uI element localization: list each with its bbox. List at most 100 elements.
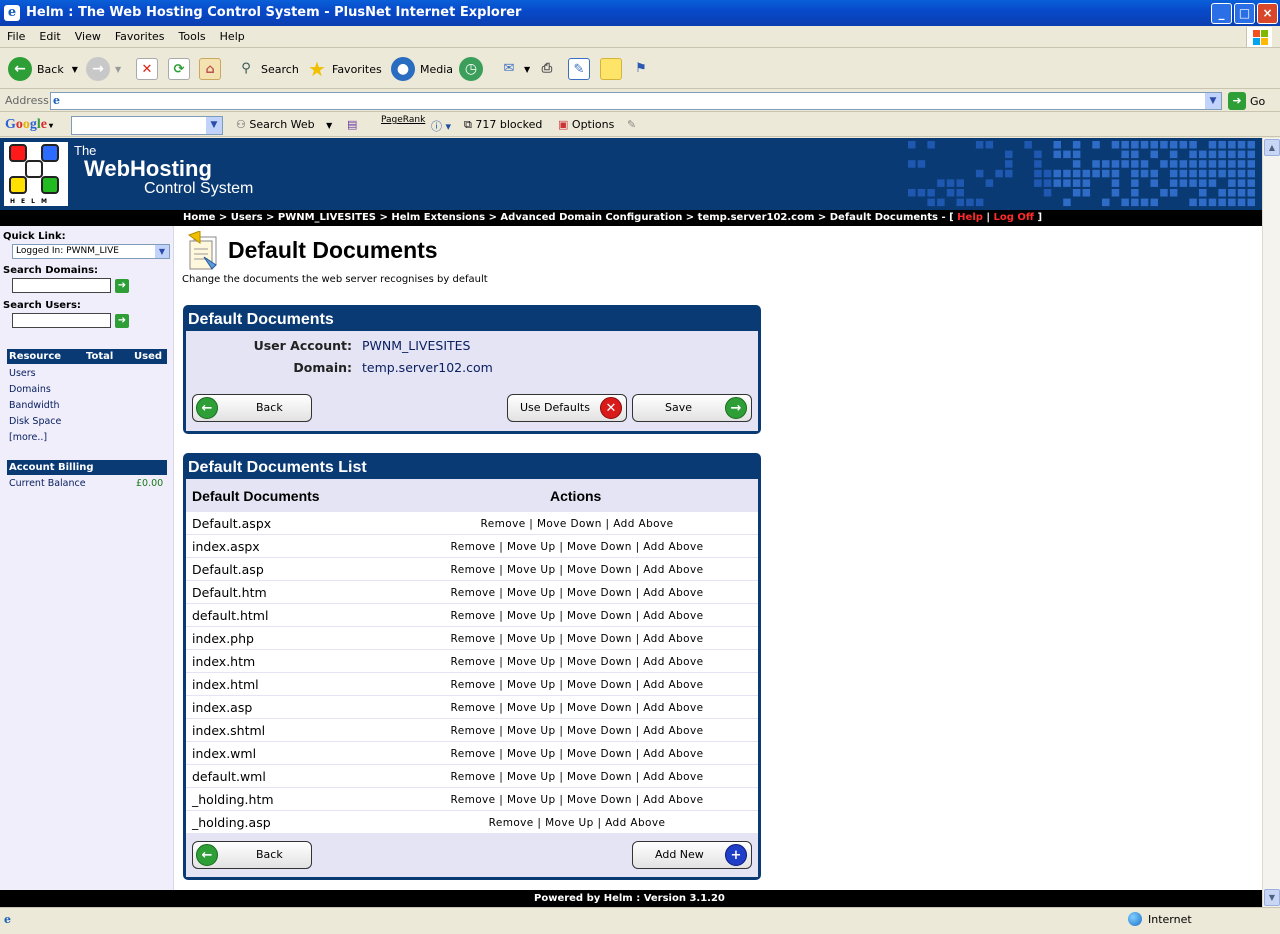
highlight-pen-icon[interactable]: ✎ (627, 118, 636, 131)
row-action-links[interactable]: Remove | Move Up | Move Down | Add Above (356, 564, 798, 576)
pixel-square (1072, 189, 1081, 197)
help-link[interactable]: Help (957, 212, 983, 223)
close-button[interactable]: × (1257, 3, 1278, 24)
breadcrumb-path[interactable]: Home > Users > PWNM_LIVESITES > Helm Ext… (183, 212, 957, 223)
menu-help[interactable]: Help (213, 26, 252, 47)
row-action-links[interactable]: Remove | Move Up | Move Down | Add Above (356, 725, 798, 737)
edit-button[interactable]: ✎ (568, 55, 594, 83)
logo-letters: HELM (10, 198, 53, 205)
row-action-links[interactable]: Remove | Move Up | Move Down | Add Above (356, 656, 798, 668)
details-panel-title: Default Documents (188, 311, 334, 328)
search-domains-input[interactable] (12, 278, 111, 293)
documents-table-header: Default Documents Actions (186, 479, 758, 512)
row-action-links[interactable]: Remove | Move Up | Move Down | Add Above (356, 771, 798, 783)
table-row: index.htm Remove | Move Up | Move Down | … (186, 650, 758, 673)
scroll-down-icon[interactable]: ▼ (1264, 889, 1280, 906)
back-dropdown-icon[interactable]: ▼ (72, 65, 78, 74)
favorites-toolbar-button[interactable]: ★ Favorites (306, 55, 382, 83)
menu-edit[interactable]: Edit (32, 26, 67, 47)
back-toolbar-button[interactable]: ← Back ▼ (8, 55, 78, 83)
news-icon[interactable]: ▤ (347, 118, 357, 131)
search-domains-go-button[interactable]: ➜ (115, 279, 129, 293)
pixel-square (937, 198, 945, 207)
quick-link-dropdown-icon[interactable]: ▼ (155, 245, 169, 258)
row-action-links[interactable]: Remove | Move Down | Add Above (356, 518, 798, 530)
maximize-button[interactable]: □ (1234, 3, 1255, 24)
search-web-button[interactable]: ⚇ Search Web ▼ (236, 118, 332, 131)
search-toolbar-button[interactable]: ⚲ Search (235, 55, 299, 83)
notes-button[interactable] (600, 55, 626, 83)
options-icon: ▣ (558, 118, 569, 131)
search-users-input[interactable] (12, 313, 111, 328)
logo-red-square (9, 144, 27, 162)
binoculars-icon: ⚇ (236, 118, 246, 131)
ie-logo-icon: e (4, 5, 20, 21)
decorative-pixel-pattern (908, 141, 1255, 207)
go-button[interactable]: ➜ Go (1228, 92, 1265, 110)
google-search-dropdown-icon[interactable]: ▼ (206, 117, 222, 134)
mail-button[interactable]: ✉ ▼ (498, 55, 531, 83)
pixel-square (1247, 179, 1255, 187)
row-action-links[interactable]: Remove | Move Up | Move Down | Add Above (356, 748, 798, 760)
pixel-square (1111, 169, 1120, 178)
minimize-button[interactable]: _ (1211, 3, 1232, 24)
table-row: index.asp Remove | Move Up | Move Down | … (186, 696, 758, 719)
pixel-square (1179, 179, 1188, 187)
log-off-link[interactable]: Log Off (994, 212, 1034, 223)
row-action-links[interactable]: Remove | Move Up | Move Down | Add Above (356, 587, 798, 599)
info-icon[interactable]: ⓘ ▾ (431, 118, 451, 134)
media-toolbar-button[interactable]: ● Media (391, 55, 453, 83)
google-search-input[interactable]: ▼ (71, 116, 223, 135)
search-users-go-button[interactable]: ➜ (115, 314, 129, 328)
popup-blocker[interactable]: ⧉ 717 blocked (464, 118, 542, 132)
pixel-square (1131, 150, 1139, 159)
row-action-links[interactable]: Remove | Move Up | Move Down | Add Above (356, 794, 798, 806)
resource-bandwidth[interactable]: Bandwidth (9, 400, 60, 411)
save-button[interactable]: Save → (632, 394, 752, 422)
forward-toolbar-button[interactable]: → ▼ (86, 55, 121, 83)
row-action-links[interactable]: Remove | Move Up | Move Down | Add Above (356, 679, 798, 691)
quick-link-select[interactable]: Logged In: PWNM_LIVE ▼ (12, 244, 170, 259)
stop-button[interactable]: ✕ (136, 55, 162, 83)
history-button[interactable]: ◷ (459, 55, 488, 83)
use-defaults-button[interactable]: Use Defaults ✕ (507, 394, 627, 422)
pixel-square (1034, 179, 1042, 187)
helm-logo: HELM (4, 142, 68, 206)
row-action-links[interactable]: Remove | Move Up | Add Above (356, 817, 798, 829)
documents-table: Default.aspx Remove | Move Down | Add Abo… (186, 512, 758, 834)
forward-dropdown-icon[interactable]: ▼ (115, 65, 121, 74)
menu-view[interactable]: View (68, 26, 108, 47)
pixel-square (1189, 150, 1197, 159)
row-action-links[interactable]: Remove | Move Up | Move Down | Add Above (356, 633, 798, 645)
pixel-square (1247, 141, 1255, 149)
refresh-button[interactable]: ⟳ (168, 55, 194, 83)
home-button[interactable]: ⌂ (199, 55, 225, 83)
address-input[interactable]: e ▼ (50, 92, 1222, 110)
research-button[interactable]: ⚑ (630, 55, 656, 83)
list-back-button[interactable]: ← Back (192, 841, 312, 869)
options-button[interactable]: ▣ Options (558, 118, 614, 131)
document-name: index.shtml (192, 723, 266, 738)
scroll-up-icon[interactable]: ▲ (1264, 139, 1280, 156)
pixel-square (1072, 179, 1081, 187)
menu-favorites[interactable]: Favorites (108, 26, 172, 47)
print-button[interactable]: ⎙ (536, 55, 562, 83)
resource-more-link[interactable]: [more..] (9, 432, 47, 443)
pixel-square (1199, 169, 1207, 178)
browser-window: e Helm : The Web Hosting Control System … (0, 0, 1280, 934)
vertical-scrollbar[interactable]: ▲ ▼ (1262, 138, 1280, 907)
resource-domains[interactable]: Domains (9, 384, 51, 395)
row-action-links[interactable]: Remove | Move Up | Move Down | Add Above (356, 541, 798, 553)
row-action-links[interactable]: Remove | Move Up | Move Down | Add Above (356, 702, 798, 714)
google-logo[interactable]: Google ▾ (5, 116, 53, 135)
menu-file[interactable]: File (0, 26, 32, 47)
row-action-links[interactable]: Remove | Move Up | Move Down | Add Above (356, 610, 798, 622)
address-dropdown-icon[interactable]: ▼ (1205, 93, 1221, 109)
pixel-square (1072, 141, 1081, 149)
main-content: Default Documents Change the documents t… (182, 226, 1262, 890)
resource-users[interactable]: Users (9, 368, 36, 379)
back-button[interactable]: ← Back (192, 394, 312, 422)
add-new-button[interactable]: Add New + (632, 841, 752, 869)
resource-disk-space[interactable]: Disk Space (9, 416, 61, 427)
menu-tools[interactable]: Tools (172, 26, 213, 47)
